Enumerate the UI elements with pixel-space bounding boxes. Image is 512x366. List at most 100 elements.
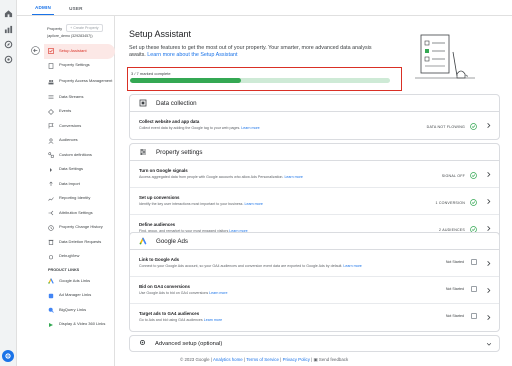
analytics-home-link[interactable]: Analytics home bbox=[213, 357, 243, 362]
learn-more-link[interactable]: Learn more bbox=[244, 202, 262, 206]
learn-more-link[interactable]: Learn more bbox=[209, 291, 227, 295]
learn-more-link[interactable]: Learn more bbox=[241, 126, 259, 130]
data-collection-card: Data collection Collect website and app … bbox=[129, 94, 500, 140]
gear-icon bbox=[139, 339, 146, 348]
sidebar-item-label: Data Deletion Requests bbox=[59, 238, 102, 244]
sidebar-item-setup-assistant[interactable]: Setup Assistant bbox=[44, 44, 115, 59]
task-row[interactable]: Target ads to GA4 audiences Go to Ads an… bbox=[130, 304, 499, 331]
sidebar-item-google-ads-links[interactable]: Google Ads Links bbox=[44, 274, 115, 289]
task-status: Not Started bbox=[446, 259, 477, 265]
task-description: Collect event data by adding the Google … bbox=[139, 126, 260, 130]
learn-more-link[interactable]: Learn more bbox=[204, 318, 222, 322]
dv360-icon bbox=[48, 322, 54, 328]
task-description: Access aggregated data from people with … bbox=[139, 175, 303, 179]
sidebar-item-label: Ad Manager Links bbox=[59, 292, 92, 298]
task-status-text: SIGNAL OFF bbox=[441, 173, 465, 178]
sidebar-item-label: Reporting Identity bbox=[59, 195, 91, 201]
task-row[interactable]: Link to Google Ads Connect to your Googl… bbox=[130, 250, 499, 277]
bigquery-icon bbox=[48, 307, 54, 314]
learn-more-link[interactable]: Learn more bbox=[284, 175, 302, 179]
left-rail bbox=[0, 0, 17, 366]
back-arrow-icon[interactable] bbox=[31, 46, 40, 55]
sidebar-item-property-access[interactable]: Property Access Management bbox=[44, 73, 115, 90]
mark-complete-icon[interactable] bbox=[471, 313, 477, 319]
advanced-setup-expander[interactable]: Advanced setup (optional) bbox=[129, 335, 500, 352]
sidebar-item-bigquery-links[interactable]: BigQuery Links bbox=[44, 303, 115, 318]
sidebar-item-data-deletion-requests[interactable]: Data Deletion Requests bbox=[44, 235, 115, 250]
upload-icon bbox=[48, 181, 54, 187]
product-links-heading: PRODUCT LINKS bbox=[48, 267, 80, 272]
chevron-down-icon[interactable] bbox=[486, 341, 492, 347]
mark-complete-icon[interactable] bbox=[471, 259, 477, 265]
sidebar-item-property-settings[interactable]: Property Settings bbox=[44, 59, 115, 74]
property-selector[interactable]: (apilore_demo (329283457)) bbox=[47, 34, 93, 38]
tab-user[interactable]: USER bbox=[66, 6, 86, 15]
home-icon[interactable] bbox=[3, 8, 14, 19]
task-row[interactable]: Turn on Google signals Access aggregated… bbox=[130, 161, 499, 188]
progress-label: 3 / 7 marked complete bbox=[131, 71, 171, 76]
sidebar-item-attribution-settings[interactable]: Attribution Settings bbox=[44, 206, 115, 221]
sidebar-item-custom-definitions[interactable]: Custom definitions bbox=[44, 148, 115, 163]
check-circle-icon bbox=[470, 199, 477, 206]
sidebar-item-label: Data Import bbox=[59, 180, 80, 186]
chevron-right-icon[interactable] bbox=[485, 171, 492, 178]
sidebar-item-label: Display & Video 360 Links bbox=[59, 321, 106, 327]
task-row[interactable]: Set up conversions Identify the key user… bbox=[130, 188, 499, 215]
chevron-right-icon[interactable] bbox=[485, 198, 492, 205]
sidebar-item-audiences[interactable]: Audiences bbox=[44, 134, 115, 149]
sidebar-item-data-settings[interactable]: Data Settings bbox=[44, 163, 115, 178]
progress-highlight: 3 / 7 marked complete bbox=[127, 67, 402, 91]
sidebar-item-data-import[interactable]: Data Import bbox=[44, 177, 115, 192]
ad-manager-icon bbox=[48, 293, 54, 299]
sidebar-item-conversions[interactable]: Conversions bbox=[44, 119, 115, 134]
task-status-text: 2 AUDIENCES bbox=[439, 227, 465, 232]
data-collection-title: Data collection bbox=[156, 99, 197, 107]
footer-copyright: © 2023 Google | bbox=[180, 357, 212, 362]
attribution-icon bbox=[48, 210, 54, 216]
create-property-button[interactable]: + Create Property bbox=[66, 24, 103, 32]
sidebar-item-ad-manager-links[interactable]: Ad Manager Links bbox=[44, 289, 115, 304]
chevron-right-icon[interactable] bbox=[485, 314, 492, 321]
data-collection-header: Data collection bbox=[130, 95, 499, 112]
google-ads-card: Google Ads Link to Google Ads Connect to… bbox=[129, 232, 500, 332]
task-row[interactable]: Bid on GA4 conversions Use Google Ads to… bbox=[130, 277, 499, 304]
admin-nav: Setup Assistant Property Settings Proper… bbox=[44, 44, 115, 332]
chevron-right-icon[interactable] bbox=[485, 122, 492, 129]
terms-link[interactable]: Terms of Service bbox=[246, 357, 279, 362]
sidebar-item-property-change-history[interactable]: Property Change History bbox=[44, 221, 115, 236]
task-title: Define audiences bbox=[139, 222, 176, 227]
data-collection-icon bbox=[139, 99, 147, 107]
footer-separator: | bbox=[311, 357, 313, 362]
task-desc-text: Go to Ads and bid using GA4 audiences bbox=[139, 317, 203, 322]
settings-icon[interactable] bbox=[2, 350, 14, 362]
privacy-link[interactable]: Privacy Policy bbox=[283, 357, 310, 362]
sidebar-item-data-streams[interactable]: Data Streams bbox=[44, 90, 115, 105]
sidebar-item-events[interactable]: Events bbox=[44, 105, 115, 120]
delete-icon bbox=[48, 239, 54, 246]
task-description: Connect to your Google Ads account, so y… bbox=[139, 264, 362, 268]
audience-icon bbox=[48, 138, 54, 144]
advertising-icon[interactable] bbox=[3, 54, 14, 65]
sidebar-item-reporting-identity[interactable]: Reporting Identity bbox=[44, 192, 115, 207]
learn-more-link[interactable]: Learn more bbox=[343, 264, 361, 268]
setup-assistant-main: Setup Assistant Set up these features to… bbox=[115, 16, 512, 366]
chevron-right-icon[interactable] bbox=[485, 225, 492, 232]
task-row[interactable]: Collect website and app data Collect eve… bbox=[130, 112, 499, 139]
send-feedback-link[interactable]: Send feedback bbox=[319, 357, 348, 362]
reports-icon[interactable] bbox=[3, 24, 14, 35]
task-status-text: Not Started bbox=[445, 287, 464, 291]
intro-text: Set up these features to get the most ou… bbox=[129, 45, 379, 59]
task-description: Identify the key user interactions most … bbox=[139, 202, 263, 206]
google-ads-header: Google Ads bbox=[130, 233, 499, 250]
sidebar-item-debugview[interactable]: DebugView bbox=[44, 250, 115, 265]
sidebar-item-dv360-links[interactable]: Display & Video 360 Links bbox=[44, 318, 115, 333]
property-settings-card: Property settings Turn on Google signals… bbox=[129, 143, 500, 243]
tab-admin[interactable]: ADMIN bbox=[32, 5, 55, 15]
people-icon bbox=[48, 79, 54, 85]
mark-complete-icon[interactable] bbox=[471, 286, 477, 292]
chevron-right-icon[interactable] bbox=[485, 260, 492, 267]
learn-more-setup-assistant-link[interactable]: Learn more about the Setup Assistant bbox=[147, 52, 237, 58]
explore-icon[interactable] bbox=[3, 39, 14, 50]
chevron-right-icon[interactable] bbox=[485, 287, 492, 294]
feedback-icon: ▣ bbox=[313, 357, 318, 362]
